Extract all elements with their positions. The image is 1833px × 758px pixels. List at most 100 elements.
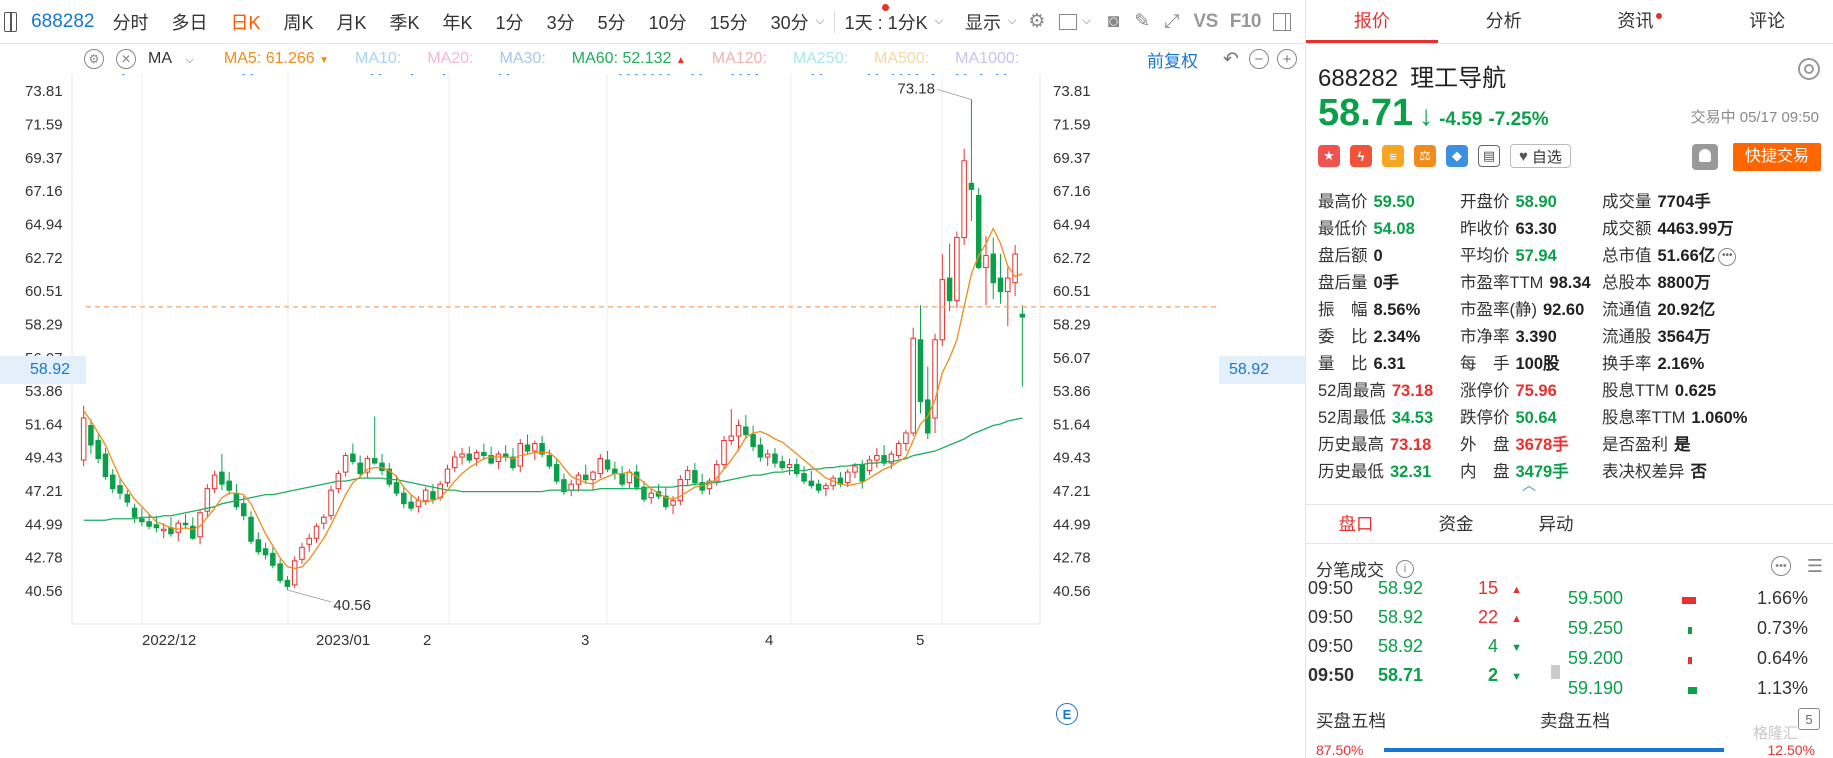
timeframe-tab[interactable]: 日K [230,9,260,35]
tag-icon[interactable]: ◆ [1446,145,1468,167]
stat-value: 73.18 [1390,436,1432,454]
more-icon[interactable]: ••• [1718,247,1737,266]
sidebar-toggle-icon[interactable] [1273,11,1291,33]
orderbook-tab[interactable]: 资金 [1406,505,1506,543]
stat-value: 0 [1373,247,1383,265]
camera-icon[interactable]: ◙ [1107,11,1121,33]
timeframe-tab[interactable]: 多日 [171,9,207,35]
chevron-down-icon[interactable]: ⌵ [1082,15,1090,28]
candle-body [240,503,247,517]
indicator-settings-icon[interactable]: ⚙ [84,49,104,69]
china-flag-icon[interactable]: ★ [1318,145,1340,167]
timeframe-tab[interactable]: 10分 [649,9,687,35]
event-marker [889,74,897,76]
undo-icon[interactable]: ↶ [1221,49,1241,69]
event-marker [504,74,512,76]
range-selector[interactable]: 1天 : 1分K [845,9,928,35]
zoom-in-icon[interactable]: + [1277,49,1297,69]
settings-icon[interactable]: ⚙ [1028,11,1045,33]
event-icon[interactable]: E [1056,703,1078,725]
stock-code-title: 688282 [1318,65,1399,92]
stat-cell: 成交量 7704手 [1602,188,1711,212]
timeframe-tab[interactable]: 3分 [547,9,575,35]
candle-body [291,560,298,586]
chevron-down-icon[interactable]: ⌵ [816,15,824,28]
stat-label: 量 比 [1318,355,1368,373]
gear-icon[interactable] [1798,58,1820,80]
orderbook-tab[interactable]: 盘口 [1306,505,1406,543]
event-marker [624,74,632,76]
quote-tab[interactable]: 资讯 [1570,0,1702,43]
f10-button[interactable]: F10 [1230,11,1262,33]
tick-row: 09:50 58.71 2 ▼ [1306,665,1536,694]
event-marker [753,74,761,76]
candle-body [495,453,502,463]
candle-body [597,458,604,475]
y-tick-label-right: 71.59 [1053,116,1091,133]
scrollbar[interactable] [1551,665,1560,679]
event-marker [737,74,745,76]
candle-body [917,339,924,402]
candle-body [175,522,181,533]
five-level-button[interactable]: 5 [1798,708,1820,730]
more-icon[interactable]: ••• [1771,556,1791,576]
timeframe-tab[interactable]: 年K [443,9,473,35]
stat-label: 振 幅 [1318,301,1368,319]
pencil-icon[interactable]: ✎ [1134,11,1150,33]
chevron-up-icon[interactable]: ︿ [1522,475,1536,495]
panel-toggle-icon[interactable] [4,11,18,32]
compare-button[interactable]: VS [1193,11,1218,33]
close-icon[interactable]: ✕ [116,49,136,69]
candle-body [255,539,262,553]
y-tick-label-right: 42.78 [1053,550,1091,567]
layout-icon[interactable] [1059,11,1078,33]
document-icon[interactable]: ▤ [1478,145,1500,167]
candle-body [452,456,458,469]
quote-tab[interactable]: 评论 [1701,0,1833,43]
chevron-down-icon[interactable]: ⌵ [935,15,943,28]
stat-value: 73.18 [1391,382,1434,400]
zoom-out-icon[interactable]: − [1249,49,1269,69]
candle-body [306,537,312,545]
event-marker [1001,74,1009,76]
candle-body [801,473,807,482]
candle-body [764,453,771,458]
y-tick-label-left: 60.51 [25,283,63,300]
event-marker [817,74,825,76]
quote-tab[interactable]: 报价 [1306,0,1438,43]
timeframe-tab[interactable]: 季K [390,9,420,35]
lightning-icon[interactable]: ϟ [1350,145,1372,167]
scale-icon[interactable]: ⚖ [1414,145,1436,167]
timeframe-tab[interactable]: 1分 [496,9,524,35]
event-marker [977,74,985,76]
stats-row: 最高价 59.50 开盘价 58.90 成交量 7704手 [1318,188,1828,215]
timeframe-tab[interactable]: 15分 [710,9,748,35]
adjust-select[interactable]: 前复权 [1147,47,1198,72]
timeframe-tab[interactable]: 周K [283,9,313,35]
timeframe-tab[interactable]: 5分 [598,9,626,35]
kline-chart[interactable]: 73.81 73.81 71.59 71.59 69.37 69.37 67.16 67.16… [0,74,1305,758]
chevron-down-icon[interactable]: ⌵ [1008,15,1016,28]
x-tick-label: 2 [423,632,431,649]
display-menu[interactable]: 显示 [965,9,1001,35]
quote-tab[interactable]: 分析 [1438,0,1570,43]
timeframe-tab[interactable]: 分时 [112,9,148,35]
list-icon[interactable]: ☰ [1805,556,1825,576]
fullscreen-icon[interactable]: ⤢ [1164,11,1179,33]
orderbook-tab[interactable]: 异动 [1506,505,1606,543]
sell-five-label: 卖盘五档 [1540,711,1610,731]
ma-select[interactable]: MA ⌵ [148,50,194,68]
stat-value: 100股 [1515,355,1560,373]
add-watchlist-button[interactable]: ♥ 自选 [1510,144,1571,168]
timeframe-tab[interactable]: 30分 [771,9,809,35]
stat-label: 股息率TTM [1602,409,1686,427]
chart-canvas[interactable]: 73.81 73.81 71.59 71.59 69.37 69.37 67.16 67.16… [0,74,1305,758]
bell-icon[interactable] [1692,144,1718,170]
info-icon[interactable]: i [1396,559,1414,578]
database-icon[interactable]: ≡ [1382,145,1404,167]
event-marker [873,74,881,76]
tick-time: 09:50 [1308,636,1354,656]
stock-code[interactable]: 688282 [31,11,94,33]
timeframe-tab[interactable]: 月K [337,9,367,35]
quick-trade-button[interactable]: 快捷交易 [1733,143,1821,171]
